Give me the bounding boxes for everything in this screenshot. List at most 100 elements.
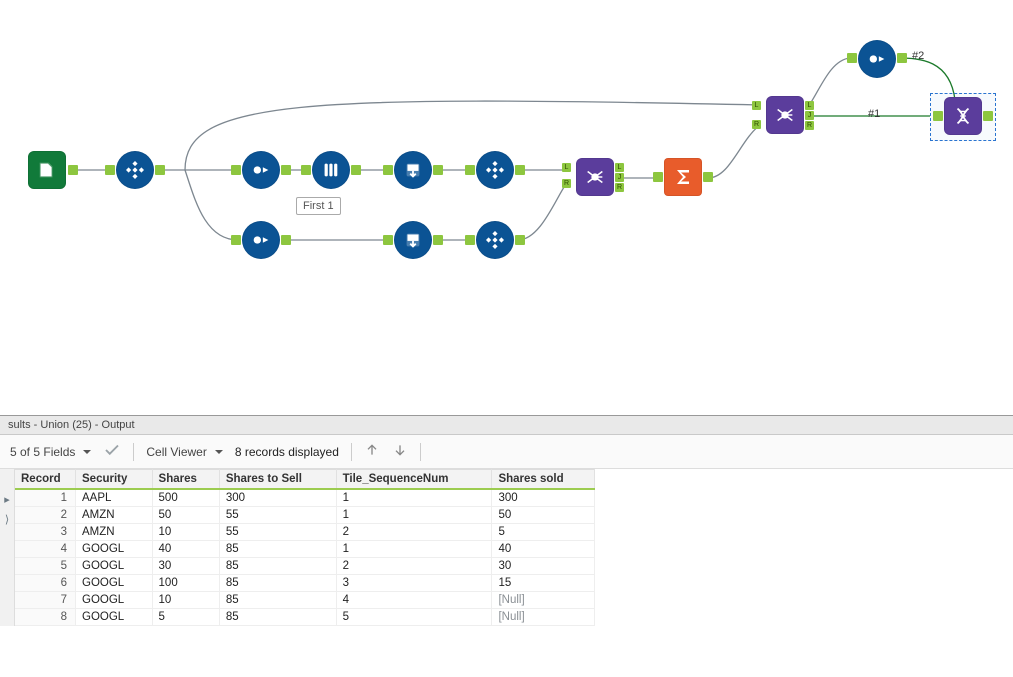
cell[interactable]: [Null] (492, 592, 595, 609)
anchor-out[interactable] (155, 165, 165, 175)
formula-tool-lower[interactable] (394, 221, 432, 259)
table-row[interactable]: 8GOOGL5855[Null] (15, 609, 595, 626)
cell[interactable]: 2 (336, 524, 492, 541)
cell[interactable]: 7 (15, 592, 76, 609)
cell-viewer-dropdown[interactable]: Cell Viewer (146, 445, 222, 459)
prev-record-button[interactable] (364, 442, 380, 461)
anchor-l[interactable]: L (562, 163, 571, 172)
sort-tool-1[interactable] (116, 151, 154, 189)
gutter-marker-icon[interactable]: ⟩ (2, 513, 12, 527)
summarize-tool[interactable] (664, 158, 702, 196)
anchor-out[interactable] (68, 165, 78, 175)
cell[interactable]: GOOGL (76, 541, 153, 558)
select-tool-top[interactable] (858, 40, 896, 78)
cell[interactable]: 85 (219, 541, 336, 558)
cell[interactable]: 85 (219, 592, 336, 609)
cell[interactable]: 6 (15, 575, 76, 592)
anchor-l[interactable]: L (752, 101, 761, 110)
anchor-out[interactable] (281, 235, 291, 245)
table-row[interactable]: 1AAPL5003001300 (15, 489, 595, 507)
cell[interactable]: 85 (219, 575, 336, 592)
anchor-out[interactable] (351, 165, 361, 175)
cell[interactable]: 50 (152, 507, 219, 524)
anchor-out[interactable] (897, 53, 907, 63)
anchor-out[interactable] (281, 165, 291, 175)
anchor-in[interactable] (301, 165, 311, 175)
sort-tool-lower[interactable] (476, 221, 514, 259)
anchor-out[interactable] (983, 111, 993, 121)
anchor-out[interactable] (515, 165, 525, 175)
cell[interactable]: 55 (219, 524, 336, 541)
cell[interactable]: 1 (15, 489, 76, 507)
sort-tool-upper[interactable] (476, 151, 514, 189)
anchor-l-out[interactable]: L (615, 163, 624, 172)
select-tool-lower[interactable] (242, 221, 280, 259)
anchor-j-out[interactable]: J (805, 111, 814, 120)
cell[interactable]: 15 (492, 575, 595, 592)
cell[interactable]: 100 (152, 575, 219, 592)
cell[interactable]: GOOGL (76, 575, 153, 592)
cell[interactable]: 85 (219, 558, 336, 575)
col-security[interactable]: Security (76, 470, 153, 490)
formula-tool-upper[interactable] (394, 151, 432, 189)
cell[interactable]: 5 (336, 609, 492, 626)
cell[interactable]: GOOGL (76, 592, 153, 609)
cell[interactable]: 2 (336, 558, 492, 575)
cell[interactable]: 500 (152, 489, 219, 507)
cell[interactable]: 3 (336, 575, 492, 592)
cell[interactable]: 5 (152, 609, 219, 626)
fields-dropdown[interactable]: 5 of 5 Fields (10, 445, 91, 459)
cell[interactable]: 10 (152, 592, 219, 609)
cell[interactable]: 300 (219, 489, 336, 507)
cell[interactable]: 30 (492, 558, 595, 575)
anchor-in[interactable] (231, 235, 241, 245)
anchor-in[interactable] (105, 165, 115, 175)
anchor-r[interactable]: R (752, 120, 761, 129)
cell[interactable]: 1 (336, 489, 492, 507)
table-row[interactable]: 6GOOGL10085315 (15, 575, 595, 592)
cell[interactable]: 40 (152, 541, 219, 558)
anchor-r-out[interactable]: R (805, 121, 814, 130)
cell[interactable]: 1 (336, 541, 492, 558)
cell[interactable]: AMZN (76, 524, 153, 541)
anchor-in[interactable] (383, 235, 393, 245)
next-record-button[interactable] (392, 442, 408, 461)
cell[interactable]: 1 (336, 507, 492, 524)
cell[interactable]: 3 (15, 524, 76, 541)
cell[interactable]: [Null] (492, 609, 595, 626)
apply-check-icon[interactable] (103, 441, 121, 462)
select-tool-upper[interactable] (242, 151, 280, 189)
cell[interactable]: 4 (15, 541, 76, 558)
cell[interactable]: 4 (336, 592, 492, 609)
cell[interactable]: 50 (492, 507, 595, 524)
anchor-in[interactable] (653, 172, 663, 182)
anchor-in[interactable] (933, 111, 943, 121)
cell[interactable]: GOOGL (76, 558, 153, 575)
results-table[interactable]: Record Security Shares Shares to Sell Ti… (15, 469, 595, 626)
col-tile-seq[interactable]: Tile_SequenceNum (336, 470, 492, 490)
cell[interactable]: AMZN (76, 507, 153, 524)
cell[interactable]: AAPL (76, 489, 153, 507)
table-row[interactable]: 4GOOGL4085140 (15, 541, 595, 558)
gutter-marker-icon[interactable]: ▸ (2, 493, 12, 507)
table-row[interactable]: 7GOOGL10854[Null] (15, 592, 595, 609)
workflow-canvas[interactable]: First 1 L R L J R L R L J (0, 0, 1013, 415)
anchor-in[interactable] (465, 165, 475, 175)
anchor-r[interactable]: R (562, 179, 571, 188)
table-row[interactable]: 2AMZN5055150 (15, 507, 595, 524)
join-tool-2[interactable] (766, 96, 804, 134)
anchor-out[interactable] (703, 172, 713, 182)
anchor-l-out[interactable]: L (805, 101, 814, 110)
cell[interactable]: 10 (152, 524, 219, 541)
anchor-out[interactable] (433, 165, 443, 175)
cell[interactable]: 2 (15, 507, 76, 524)
cell[interactable]: 5 (492, 524, 595, 541)
anchor-r-out[interactable]: R (615, 183, 624, 192)
col-shares-to-sell[interactable]: Shares to Sell (219, 470, 336, 490)
anchor-j-out[interactable]: J (615, 173, 624, 182)
col-record[interactable]: Record (15, 470, 76, 490)
union-tool[interactable] (944, 97, 982, 135)
table-row[interactable]: 5GOOGL3085230 (15, 558, 595, 575)
cell[interactable]: 55 (219, 507, 336, 524)
anchor-in[interactable] (465, 235, 475, 245)
